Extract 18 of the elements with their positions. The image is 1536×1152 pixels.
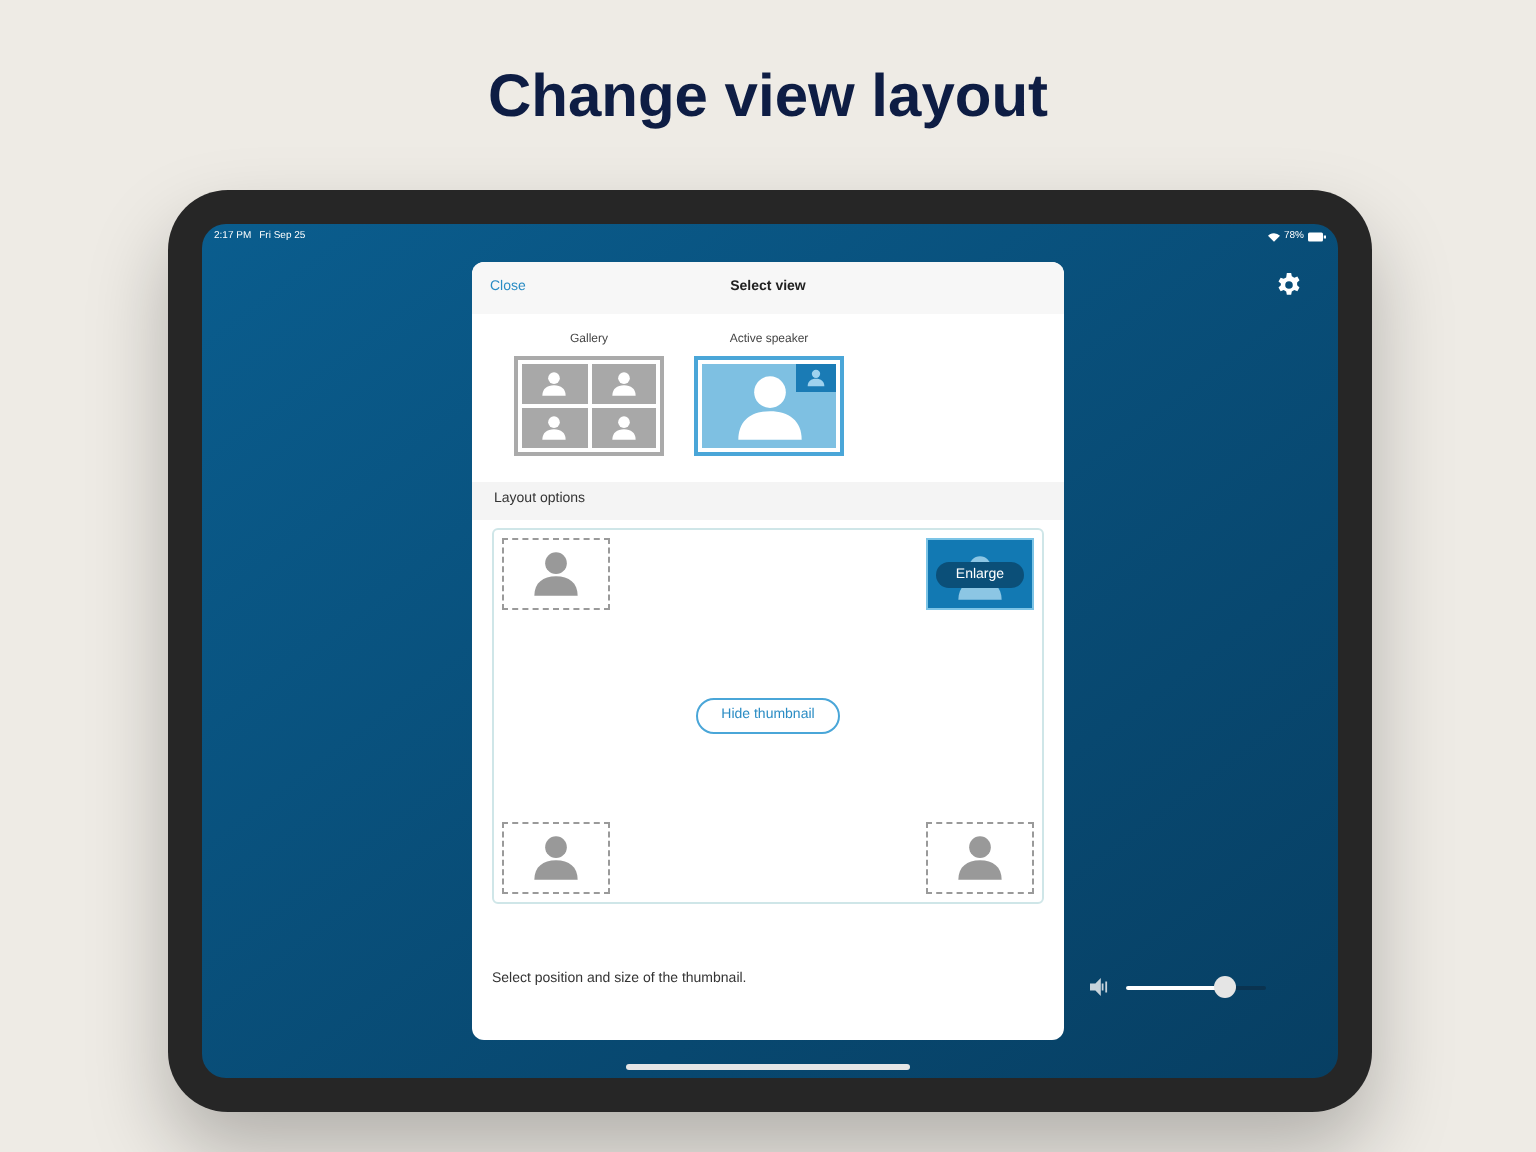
thumbnail-slot[interactable] (926, 822, 1034, 894)
battery-icon (1308, 232, 1326, 243)
person-icon (540, 370, 569, 398)
thumbnail-slot[interactable] (502, 822, 610, 894)
person-icon (530, 832, 582, 884)
thumbnail-slot[interactable] (502, 538, 610, 610)
settings-icon[interactable] (1276, 272, 1302, 298)
person-icon (540, 414, 569, 442)
slider-thumb[interactable] (1213, 976, 1235, 998)
wifi-icon (1267, 232, 1280, 243)
page-heading: Change view layout (487, 62, 1049, 134)
person-icon (609, 414, 638, 442)
view-option[interactable] (514, 356, 664, 456)
speaker-icon (1090, 978, 1108, 996)
person-icon (530, 548, 582, 600)
view-option[interactable] (694, 356, 844, 456)
person-icon (954, 832, 1006, 884)
person-icon (609, 370, 638, 398)
